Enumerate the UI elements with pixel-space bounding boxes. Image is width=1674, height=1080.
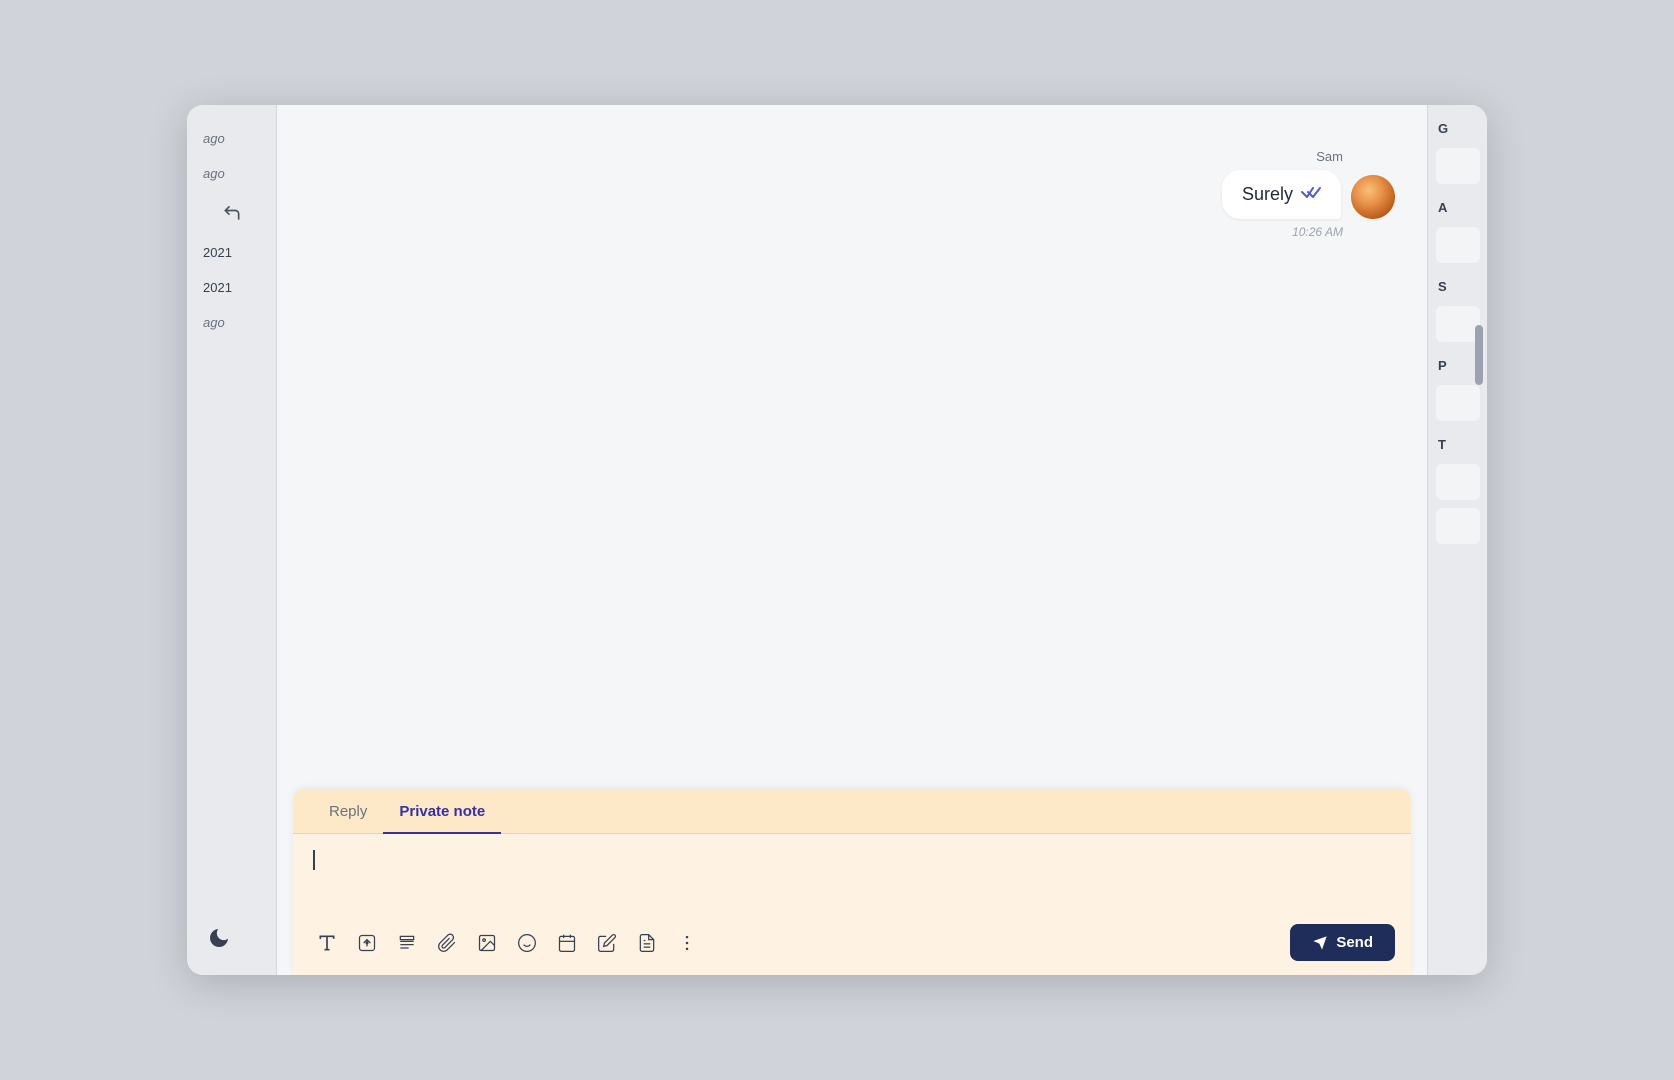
compose-tabs: Reply Private note: [293, 789, 1411, 834]
timestamp-1: ago: [187, 121, 276, 156]
message-outgoing: Sam Surely 10:2: [309, 149, 1395, 239]
scrollbar[interactable]: [1475, 325, 1483, 385]
emoji-button[interactable]: [509, 925, 545, 961]
message-bubble: Surely: [1222, 170, 1341, 219]
year-2: 2021: [187, 270, 276, 305]
right-item-t1[interactable]: [1436, 464, 1480, 500]
edit-button[interactable]: [589, 925, 625, 961]
timestamp-3: ago: [187, 305, 276, 340]
font-button[interactable]: [309, 925, 345, 961]
right-section-s: S: [1434, 271, 1481, 298]
compose-area: Reply Private note: [293, 789, 1411, 975]
right-section-a: A: [1434, 192, 1481, 219]
right-item-p[interactable]: [1436, 385, 1480, 421]
right-item-a[interactable]: [1436, 227, 1480, 263]
messages-list: Sam Surely 10:2: [277, 105, 1427, 789]
right-section-g: G: [1434, 113, 1481, 140]
left-sidebar: ago ago 2021 2021 ago: [187, 105, 277, 975]
send-label: Send: [1336, 934, 1373, 951]
signature-button[interactable]: [349, 925, 385, 961]
more-button[interactable]: [669, 925, 705, 961]
avatar-image: [1351, 175, 1395, 219]
right-item-s[interactable]: [1436, 306, 1480, 342]
year-1: 2021: [187, 235, 276, 270]
tab-reply[interactable]: Reply: [313, 789, 383, 834]
right-item-g[interactable]: [1436, 148, 1480, 184]
timestamp-2: ago: [187, 156, 276, 191]
compose-input[interactable]: [293, 834, 1411, 914]
calendar-button[interactable]: [549, 925, 585, 961]
article-button[interactable]: [389, 925, 425, 961]
double-check-icon: [1301, 185, 1321, 204]
message-text: Surely: [1242, 184, 1293, 205]
chat-window: ago ago 2021 2021 ago Sam Surely: [187, 105, 1487, 975]
compose-toolbar: Send: [293, 914, 1411, 975]
reply-icon[interactable]: [187, 191, 276, 235]
image-button[interactable]: [469, 925, 505, 961]
message-sender: Sam: [1316, 149, 1343, 164]
right-item-t2[interactable]: [1436, 508, 1480, 544]
tab-private-note[interactable]: Private note: [383, 789, 501, 834]
send-button[interactable]: Send: [1290, 924, 1395, 961]
message-time: 10:26 AM: [1292, 225, 1343, 239]
right-section-p: P: [1434, 350, 1481, 377]
moon-icon[interactable]: [207, 926, 231, 955]
right-section-t: T: [1434, 429, 1481, 456]
chat-area: Sam Surely 10:2: [277, 105, 1427, 975]
notes-button[interactable]: [629, 925, 665, 961]
attach-button[interactable]: [429, 925, 465, 961]
text-cursor: [313, 850, 315, 870]
right-sidebar: G A S P T: [1427, 105, 1487, 975]
message-row: Surely: [1222, 170, 1395, 219]
avatar: [1351, 175, 1395, 219]
